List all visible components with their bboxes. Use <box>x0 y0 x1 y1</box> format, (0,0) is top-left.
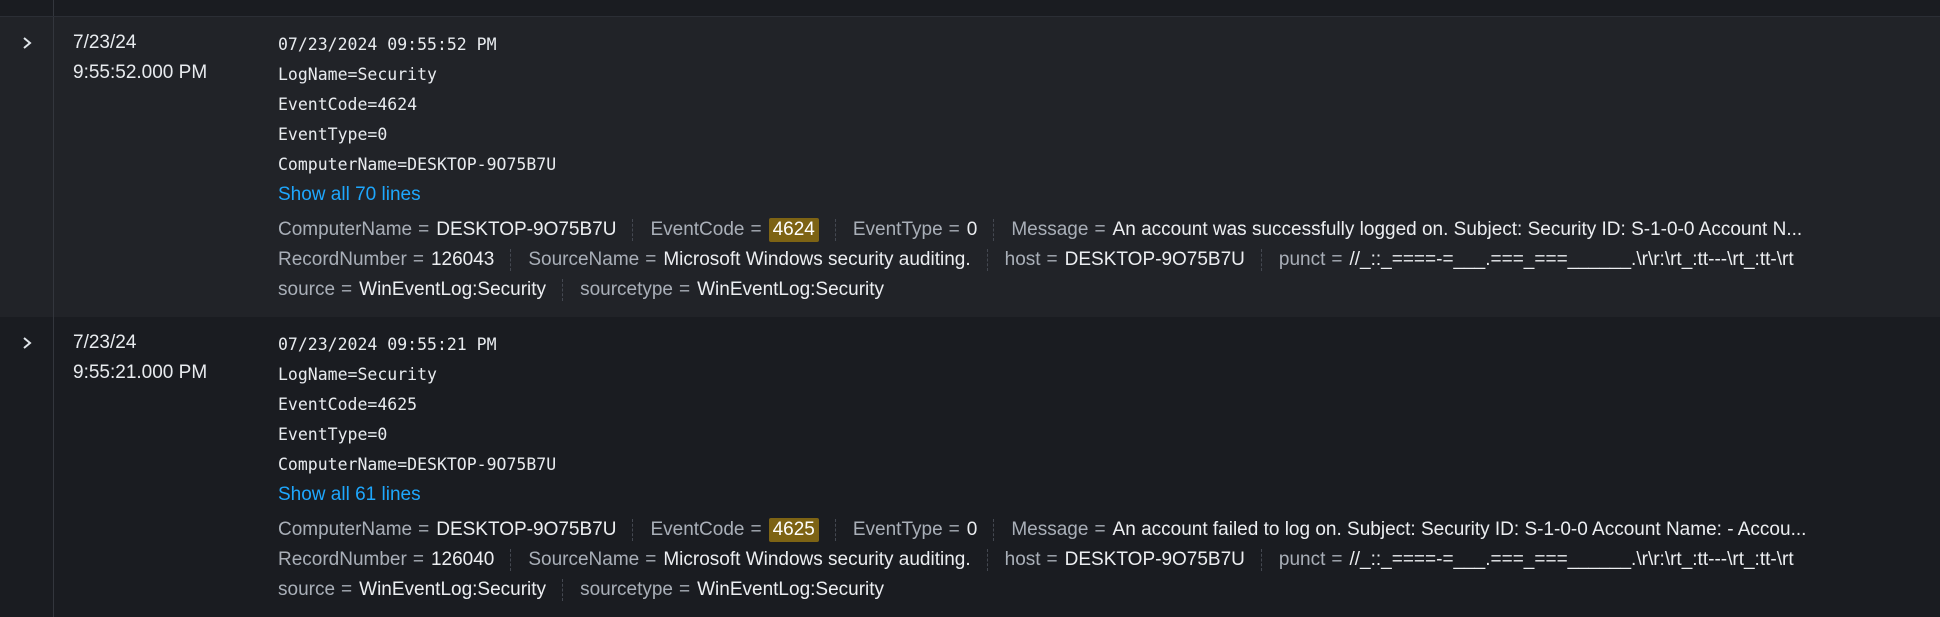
raw-line: 07/23/2024 09:55:52 PM <box>278 35 497 54</box>
equals-sign: = <box>1094 219 1106 240</box>
equals-sign: = <box>1094 519 1106 540</box>
equals-sign: = <box>418 519 430 540</box>
raw-line: EventType=0 <box>278 125 388 144</box>
equals-sign: = <box>1331 249 1343 270</box>
event-time: 7/23/24 9:55:21.000 PM <box>54 317 278 617</box>
field-source: source = WinEventLog:Security <box>278 579 564 601</box>
field-eventtype: EventType = 0 <box>853 519 995 541</box>
field-value[interactable]: DESKTOP-9O75B7U <box>1065 549 1245 571</box>
equals-sign: = <box>412 549 424 570</box>
field-recordnumber: RecordNumber = 126040 <box>278 549 512 571</box>
show-all-lines-link[interactable]: Show all 61 lines <box>278 480 421 509</box>
field-recordnumber: RecordNumber = 126043 <box>278 249 512 271</box>
event-body: 07/23/2024 09:55:52 PM LogName=Security … <box>278 17 1940 317</box>
event-body: 07/23/2024 09:55:21 PM LogName=Security … <box>278 317 1940 617</box>
field-value[interactable]: 126043 <box>431 249 494 271</box>
raw-line: ComputerName=DESKTOP-9O75B7U <box>278 155 557 174</box>
field-host: host = DESKTOP-9O75B7U <box>1005 549 1262 571</box>
equals-sign: = <box>341 579 353 600</box>
field-computername: ComputerName = DESKTOP-9O75B7U <box>278 219 634 241</box>
field-eventtype: EventType = 0 <box>853 219 995 241</box>
field-value[interactable]: 126040 <box>431 549 494 571</box>
gutter <box>0 17 54 317</box>
field-eventcode: EventCode = 4625 <box>650 518 836 542</box>
equals-sign: = <box>645 549 657 570</box>
field-computername: ComputerName = DESKTOP-9O75B7U <box>278 519 634 541</box>
event-date: 7/23/24 <box>73 32 137 53</box>
field-value[interactable]: DESKTOP-9O75B7U <box>436 219 616 241</box>
field-value[interactable]: //_::_====-=___.===_===______.\r\r:\rt_:… <box>1349 249 1793 271</box>
field-host: host = DESKTOP-9O75B7U <box>1005 249 1262 271</box>
equals-sign: = <box>412 249 424 270</box>
equals-sign: = <box>1331 549 1343 570</box>
event-timestamp: 9:55:52.000 PM <box>73 62 208 83</box>
field-value[interactable]: WinEventLog:Security <box>697 279 884 301</box>
field-message: Message = An account failed to log on. Sub… <box>1011 519 1807 541</box>
previous-event-tail <box>0 0 1940 17</box>
field-value-highlighted[interactable]: 4624 <box>768 218 819 242</box>
field-source: source = WinEventLog:Security <box>278 279 564 301</box>
equals-sign: = <box>341 279 353 300</box>
chevron-right-icon[interactable] <box>20 35 34 51</box>
equals-sign: = <box>679 279 691 300</box>
field-punct: punct =//_::_====-=___.===_===______.\r\r… <box>1278 249 1794 271</box>
equals-sign: = <box>948 519 960 540</box>
field-value[interactable]: //_::_====-=___.===_===______.\r\r:\rt_:… <box>1349 549 1793 571</box>
field-value[interactable]: 0 <box>967 519 978 541</box>
raw-line: ComputerName=DESKTOP-9O75B7U <box>278 455 557 474</box>
field-value-highlighted[interactable]: 4625 <box>768 518 819 542</box>
raw-line: EventType=0 <box>278 425 388 444</box>
raw-line: 07/23/2024 09:55:21 PM <box>278 335 497 354</box>
field-value[interactable]: DESKTOP-9O75B7U <box>1065 249 1245 271</box>
equals-sign: = <box>1046 249 1058 270</box>
field-sourcename: SourceName = Microsoft Windows security au… <box>528 549 988 571</box>
field-value[interactable]: 0 <box>967 219 978 241</box>
event-time: 7/23/24 9:55:52.000 PM <box>54 17 278 317</box>
field-value[interactable]: WinEventLog:Security <box>359 279 546 301</box>
raw-line: EventCode=4625 <box>278 395 418 414</box>
field-value[interactable]: Microsoft Windows security auditing. <box>663 249 970 271</box>
raw-line: LogName=Security <box>278 365 437 384</box>
field-sourcetype: sourcetype = WinEventLog:Security <box>580 579 885 601</box>
event-row: 7/23/24 9:55:21.000 PM 07/23/2024 09:55:… <box>0 317 1940 617</box>
field-punct: punct =//_::_====-=___.===_===______.\r\r… <box>1278 549 1794 571</box>
event-date: 7/23/24 <box>73 332 137 353</box>
field-summary: ComputerName = DESKTOP-9O75B7U EventCode = 4… <box>278 515 1940 605</box>
raw-line: EventCode=4624 <box>278 95 418 114</box>
chevron-right-icon[interactable] <box>20 335 34 351</box>
field-value[interactable]: DESKTOP-9O75B7U <box>436 519 616 541</box>
field-value[interactable]: An account was successfully logged on. S… <box>1113 219 1803 241</box>
event-row: 7/23/24 9:55:52.000 PM 07/23/2024 09:55:… <box>0 17 1940 317</box>
field-value[interactable]: WinEventLog:Security <box>359 579 546 601</box>
field-sourcename: SourceName = Microsoft Windows security au… <box>528 249 988 271</box>
equals-sign: = <box>1046 549 1058 570</box>
equals-sign: = <box>679 579 691 600</box>
field-value[interactable]: An account failed to log on. Subject: Se… <box>1113 519 1807 541</box>
equals-sign: = <box>418 219 430 240</box>
field-value[interactable]: WinEventLog:Security <box>697 579 884 601</box>
field-value[interactable]: Microsoft Windows security auditing. <box>663 549 970 571</box>
equals-sign: = <box>948 219 960 240</box>
field-message: Message = An account was successfully logg… <box>1011 219 1803 241</box>
equals-sign: = <box>750 219 762 240</box>
field-eventcode: EventCode = 4624 <box>650 218 836 242</box>
equals-sign: = <box>750 519 762 540</box>
raw-line: LogName=Security <box>278 65 437 84</box>
gutter <box>0 317 54 617</box>
gutter <box>0 0 54 16</box>
event-timestamp: 9:55:21.000 PM <box>73 362 208 383</box>
show-all-lines-link[interactable]: Show all 70 lines <box>278 180 421 209</box>
field-summary: ComputerName = DESKTOP-9O75B7U EventCode = 4… <box>278 215 1940 305</box>
equals-sign: = <box>645 249 657 270</box>
field-sourcetype: sourcetype = WinEventLog:Security <box>580 279 885 301</box>
